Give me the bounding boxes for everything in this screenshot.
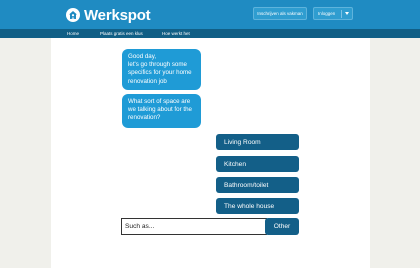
- top-bar: Werkspot Inschrijven als vakman Inloggen: [0, 0, 420, 29]
- other-button[interactable]: Other: [265, 218, 299, 235]
- chat-message-text: Good day, let's go through some specific…: [128, 53, 192, 85]
- custom-space-input[interactable]: [121, 218, 267, 235]
- logo-text: Werkspot: [84, 6, 151, 24]
- chat-message-greeting: Good day, let's go through some specific…: [122, 49, 201, 90]
- divider: [341, 10, 342, 18]
- house-person-icon: [66, 8, 80, 22]
- option-bathroom-toilet-button[interactable]: Bathroom/toilet: [216, 177, 299, 193]
- chevron-down-icon[interactable]: [345, 12, 349, 15]
- main-nav: Home Plaats gratis een klus Hoe werkt he…: [0, 29, 420, 38]
- logo[interactable]: Werkspot: [66, 6, 151, 24]
- login-label: Inloggen: [318, 11, 336, 16]
- login-button[interactable]: Inloggen: [313, 7, 353, 20]
- chat-message-text: What sort of space are we talking about …: [128, 98, 192, 122]
- option-living-room-button[interactable]: Living Room: [216, 134, 299, 150]
- nav-item-home[interactable]: Home: [67, 29, 79, 38]
- option-kitchen-button[interactable]: Kitchen: [216, 156, 299, 172]
- option-whole-house-button[interactable]: The whole house: [216, 198, 299, 214]
- nav-item-post-job[interactable]: Plaats gratis een klus: [100, 29, 143, 38]
- chat-message-question: What sort of space are we talking about …: [122, 94, 201, 128]
- register-as-professional-button[interactable]: Inschrijven als vakman: [253, 7, 307, 20]
- nav-item-how-it-works[interactable]: Hoe werkt het: [162, 29, 190, 38]
